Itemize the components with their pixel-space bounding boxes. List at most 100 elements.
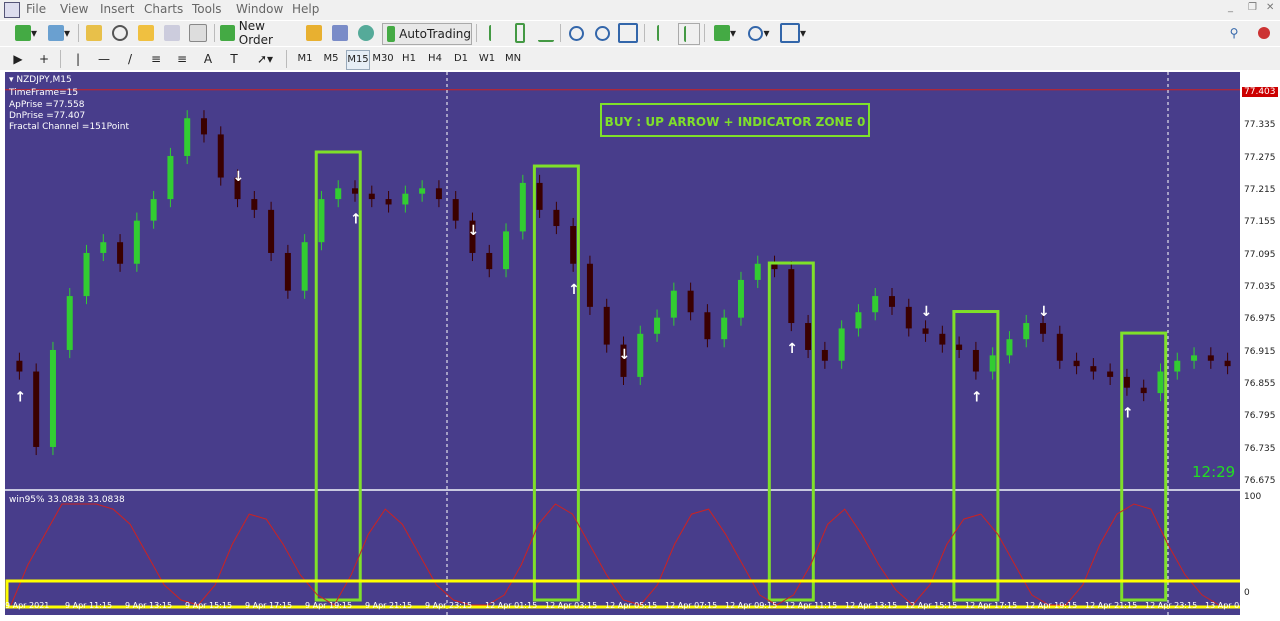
candle (654, 317, 661, 334)
tester-button[interactable] (188, 23, 208, 43)
tf-m1[interactable]: M1 (294, 50, 316, 68)
indicators-button[interactable]: ▾ (710, 23, 740, 43)
tile-windows-icon (618, 23, 638, 43)
autotrading-label: AutoTrading (399, 27, 471, 41)
tf-m5[interactable]: M5 (320, 50, 342, 68)
candle (284, 252, 291, 291)
menu-insert[interactable]: Insert (100, 2, 134, 16)
tf-w1[interactable]: W1 (476, 50, 498, 68)
zoom-out-icon (594, 25, 610, 41)
signals-button[interactable] (330, 23, 350, 43)
label-tool[interactable]: T (226, 49, 242, 69)
market-button[interactable] (356, 23, 376, 43)
experts-button[interactable] (304, 23, 324, 43)
menu-charts[interactable]: Charts (144, 2, 183, 16)
trendline-tool[interactable]: / (122, 49, 138, 69)
menu-help[interactable]: Help (292, 2, 319, 16)
line-chart-button[interactable] (536, 23, 556, 43)
time-tick: 12 Apr 17:15 (965, 601, 1018, 610)
tf-m30[interactable]: M30 (372, 50, 394, 68)
chart-shift-button[interactable] (678, 23, 700, 45)
menu-window[interactable]: Window (236, 2, 283, 16)
signals-icon (332, 25, 348, 41)
price-tick: 77.155 (1244, 217, 1276, 228)
history-button[interactable] (162, 23, 182, 43)
tf-d1[interactable]: D1 (450, 50, 472, 68)
menu-file[interactable]: File (26, 2, 46, 16)
market-watch-button[interactable] (84, 23, 104, 43)
chart-shift-icon (684, 26, 694, 42)
price-tick: 76.735 (1244, 443, 1276, 454)
time-tick: 13 Apr 01:15 (1205, 601, 1258, 610)
candle (1056, 333, 1063, 361)
candle (435, 188, 442, 200)
price-tick: 76.855 (1244, 379, 1276, 389)
candle (536, 182, 543, 210)
candle (117, 242, 124, 264)
chart-canvas[interactable]: ↑↑↑↑↑↑↑↑↑↑↓↓↓↓↓↓ (5, 72, 1240, 615)
cursor-tool[interactable]: ▶ (10, 49, 26, 69)
profiles-button[interactable]: ▾ (44, 23, 74, 43)
fibonacci-tool[interactable]: ≡ (174, 49, 190, 69)
info-timeframe: TimeFrame=15 (9, 88, 79, 98)
search-button[interactable]: ⚲ (1226, 23, 1242, 43)
candle (771, 263, 778, 270)
star-icon (138, 25, 154, 41)
arrows-tool[interactable]: ➚▾ (252, 49, 278, 69)
text-tool[interactable]: A (200, 49, 216, 69)
autotrading-button[interactable]: AutoTrading (382, 23, 472, 45)
time-tick: 12 Apr 23:15 (1145, 601, 1198, 610)
tf-mn[interactable]: MN (502, 50, 524, 68)
candle (503, 231, 510, 270)
close-icon[interactable]: ✕ (1266, 2, 1274, 13)
price-tick: 76.795 (1244, 411, 1276, 422)
app-icon (4, 2, 20, 18)
price-tick: 76.675 (1244, 476, 1276, 486)
candlestick-button[interactable] (510, 23, 530, 43)
channel-icon: ≡ (150, 52, 162, 66)
time-tick: 12 Apr 01:15 (485, 601, 538, 610)
vertical-line-tool[interactable]: | (70, 49, 86, 69)
restore-icon[interactable]: ❐ (1248, 2, 1257, 13)
zoom-out-button[interactable] (592, 23, 612, 43)
community-icon (1258, 27, 1270, 39)
community-button[interactable] (1256, 23, 1272, 43)
zoom-in-button[interactable] (566, 23, 586, 43)
chart-area[interactable]: ↑↑↑↑↑↑↑↑↑↑↓↓↓↓↓↓ (5, 72, 1240, 615)
bar-chart-button[interactable] (484, 23, 504, 43)
new-chart-button[interactable]: ▾ (8, 23, 44, 43)
new-order-button[interactable]: New Order (220, 19, 298, 47)
candle (49, 349, 56, 447)
templates-button[interactable]: ▾ (778, 23, 808, 43)
menu-tools[interactable]: Tools (192, 2, 222, 16)
channel-tool[interactable]: ≡ (148, 49, 164, 69)
time-tick: 12 Apr 21:15 (1085, 601, 1138, 610)
horizontal-line-tool[interactable]: — (96, 49, 112, 69)
candle (318, 199, 325, 243)
time-tick: 9 Apr 19:15 (305, 601, 353, 610)
info-ap-price: ApPrise =77.558 (9, 100, 85, 110)
templates-icon (779, 23, 800, 43)
time-tick: 9 Apr 2021 (5, 601, 50, 610)
navigator-button[interactable] (110, 23, 130, 43)
candle (922, 328, 929, 334)
candle (939, 333, 946, 345)
candle (217, 134, 224, 178)
minimize-icon[interactable]: _ (1228, 2, 1233, 13)
tf-h1[interactable]: H1 (398, 50, 420, 68)
tf-m15[interactable]: M15 (346, 50, 370, 70)
candle (33, 371, 40, 447)
periods-button[interactable]: ▾ (744, 23, 774, 43)
autoscroll-button[interactable] (652, 23, 672, 43)
tf-h4[interactable]: H4 (424, 50, 446, 68)
menu-view[interactable]: View (60, 2, 88, 16)
trendline-icon: / (127, 52, 133, 66)
drawing-toolbar: ▶ + | — / ≡ ≡ A T ➚▾ M1 M5 M15 M30 H1 H4… (0, 46, 1280, 71)
tile-windows-button[interactable] (618, 23, 638, 43)
favorites-button[interactable] (136, 23, 156, 43)
candle (352, 188, 359, 194)
crosshair-tool[interactable]: + (36, 49, 52, 69)
candle (1006, 339, 1013, 356)
candle (16, 360, 23, 372)
price-tick: 77.035 (1244, 282, 1276, 292)
